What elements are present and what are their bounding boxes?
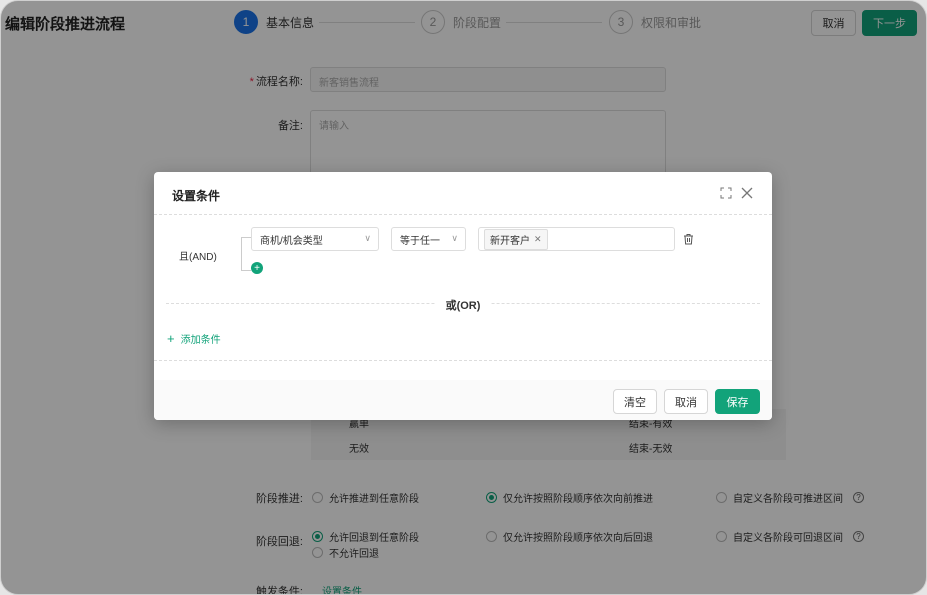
or-label: 或(OR) xyxy=(435,300,491,312)
trash-icon[interactable] xyxy=(683,233,695,247)
add-condition-label: 添加条件 xyxy=(180,335,221,346)
field-select[interactable]: 商机/机会类型 ∨ xyxy=(251,227,379,251)
field-select-value: 商机/机会类型 xyxy=(260,235,323,247)
and-bracket xyxy=(241,237,251,271)
chevron-down-icon: ∨ xyxy=(364,233,371,243)
tag-remove-icon[interactable]: ✕ xyxy=(534,234,542,245)
operator-select-value: 等于任一 xyxy=(400,235,440,247)
save-button[interactable]: 保存 xyxy=(715,389,760,414)
plus-icon: + xyxy=(167,331,175,346)
add-subcondition-icon[interactable]: + xyxy=(251,262,263,274)
tag-label: 新开客户 xyxy=(490,235,530,247)
add-condition-link[interactable]: + 添加条件 xyxy=(167,331,221,346)
value-multiselect[interactable]: 新开客户 ✕ xyxy=(478,227,675,251)
value-tag: 新开客户 ✕ xyxy=(484,228,548,250)
operator-select[interactable]: 等于任一 ∨ xyxy=(391,227,466,251)
modal-footer: 清空 取消 保存 xyxy=(154,380,772,420)
app-frame: 编辑阶段推进流程 1 基本信息 2 阶段配置 3 权限和审批 取消 下一步 * 流… xyxy=(0,0,927,595)
or-label-wrap: 或(OR) xyxy=(154,297,772,313)
clear-button[interactable]: 清空 xyxy=(613,389,657,414)
chevron-down-icon: ∨ xyxy=(451,233,458,243)
close-icon[interactable] xyxy=(739,185,755,201)
and-label: 且(AND) xyxy=(179,252,217,263)
modal-header: 设置条件 xyxy=(154,172,772,215)
condition-modal: 设置条件 且(AND) 商机/机会类型 ∨ 等于任一 ∨ 新开客户 ✕ + 或(… xyxy=(154,172,772,420)
expand-icon[interactable] xyxy=(718,185,734,201)
modal-cancel-button[interactable]: 取消 xyxy=(664,389,708,414)
condition-area: 且(AND) 商机/机会类型 ∨ 等于任一 ∨ 新开客户 ✕ + 或(OR) +… xyxy=(154,215,772,361)
modal-title: 设置条件 xyxy=(172,189,221,203)
